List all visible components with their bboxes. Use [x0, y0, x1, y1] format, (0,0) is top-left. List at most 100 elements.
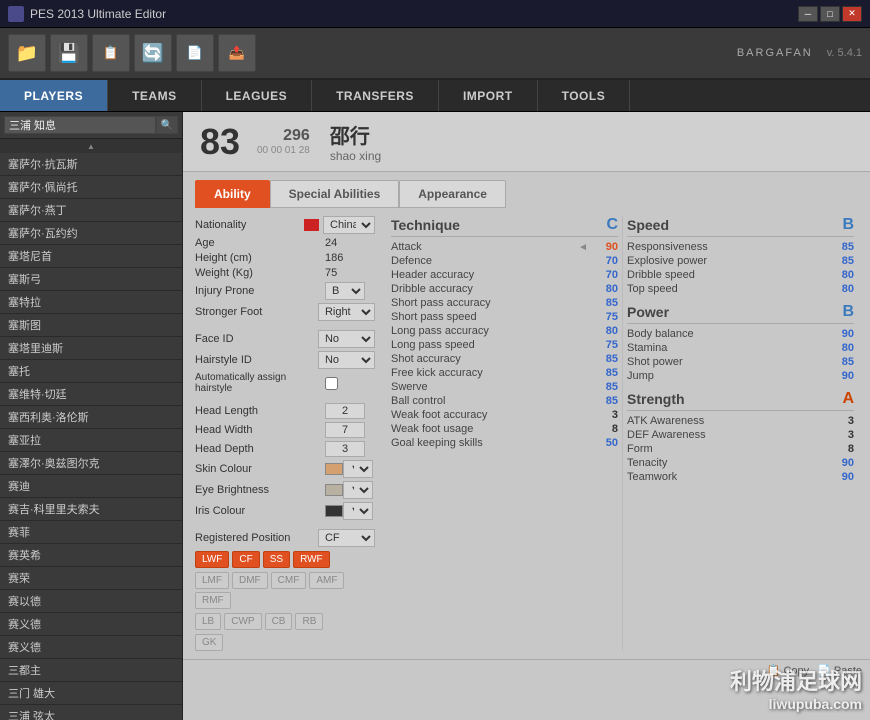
player-list-item[interactable]: 赛吉·科里里夫索夫	[0, 498, 182, 521]
player-list-item[interactable]: 赛迪	[0, 475, 182, 498]
player-list-item[interactable]: 三浦 弦太	[0, 705, 182, 720]
pos-cwp[interactable]: CWP	[224, 613, 261, 630]
head-depth-input[interactable]	[325, 441, 365, 457]
pos-gk[interactable]: GK	[195, 634, 223, 651]
search-input[interactable]	[4, 116, 156, 134]
bottom-bar: 📋 Copy 📄 Paste	[183, 659, 870, 681]
player-list-item[interactable]: 塞维特·切廷	[0, 383, 182, 406]
skin-colour-select[interactable]: ▼	[343, 460, 373, 478]
paste-button[interactable]: 📄 Paste	[817, 664, 862, 677]
player-list-item[interactable]: 塞澤尔·奥兹图尔克	[0, 452, 182, 475]
maximize-button[interactable]: □	[820, 6, 840, 22]
technique-column: Technique C Attack ◄ 90 Defence 70 Heade…	[387, 216, 622, 651]
player-list-item[interactable]: 塞萨尔·瓦约约	[0, 222, 182, 245]
copy-icon: 📋	[767, 664, 781, 677]
attributes-panel: Nationality China Age 24 Height (cm) 186…	[195, 216, 375, 651]
eye-brightness-select[interactable]: ▼	[343, 481, 373, 499]
tab-tools[interactable]: TOOLS	[538, 80, 631, 111]
player-list-item[interactable]: 塞西利奥·洛伦斯	[0, 406, 182, 429]
player-list-item[interactable]: 赛义德	[0, 636, 182, 659]
stat-value: 85	[590, 367, 618, 379]
pos-amf[interactable]: AMF	[309, 572, 344, 589]
tab-transfers[interactable]: TRANSFERS	[312, 80, 439, 111]
pos-rb[interactable]: RB	[295, 613, 323, 630]
pos-lmf[interactable]: LMF	[195, 572, 229, 589]
player-list-item[interactable]: 塞萨尔·抗瓦斯	[0, 153, 182, 176]
toolbar: 📁 💾 📋 🔄 📄 📤 BARGAFAN v. 5.4.1	[0, 28, 870, 80]
new-button[interactable]: 📄	[176, 34, 214, 72]
auto-hairstyle-checkbox[interactable]	[325, 377, 338, 390]
stat-value: 70	[590, 255, 618, 267]
injury-prone-select[interactable]: B	[325, 282, 365, 300]
hairstyle-id-select[interactable]: No	[318, 351, 375, 369]
copy-button[interactable]: 📋 Copy	[767, 664, 809, 677]
player-list-item[interactable]: 赛荣	[0, 567, 182, 590]
tab-players[interactable]: PLAYERS	[0, 80, 108, 111]
technique-title: Technique C	[391, 216, 618, 237]
copy-tool-button[interactable]: 📋	[92, 34, 130, 72]
player-list-item[interactable]: 塞托	[0, 360, 182, 383]
refresh-button[interactable]: 🔄	[134, 34, 172, 72]
stronger-foot-label: Stronger Foot	[195, 306, 318, 318]
player-list-item[interactable]: 塞斯弓	[0, 268, 182, 291]
registered-position-select[interactable]: CF	[318, 529, 375, 547]
auto-hairstyle-row: Automatically assign hairstyle	[195, 372, 375, 394]
skin-colour-swatch[interactable]	[325, 463, 343, 475]
technique-stat-row: Header accuracy 70	[391, 269, 618, 281]
nationality-row: Nationality China	[195, 216, 375, 234]
tab-ability[interactable]: Ability	[195, 180, 270, 208]
technique-stat-row: Defence 70	[391, 255, 618, 267]
tab-teams[interactable]: TEAMS	[108, 80, 202, 111]
height-value: 186	[325, 252, 375, 264]
player-list-item[interactable]: 赛义德	[0, 613, 182, 636]
eye-brightness-swatch[interactable]	[325, 484, 343, 496]
stat-value: 85	[826, 255, 854, 267]
pos-lb[interactable]: LB	[195, 613, 221, 630]
player-list-item[interactable]: 塞塔里迪斯	[0, 337, 182, 360]
player-list-item[interactable]: 塞斯图	[0, 314, 182, 337]
open-button[interactable]: 📁	[8, 34, 46, 72]
nationality-label: Nationality	[195, 219, 304, 231]
pos-rwf[interactable]: RWF	[293, 551, 330, 568]
tab-appearance[interactable]: Appearance	[399, 180, 506, 208]
pos-rmf[interactable]: RMF	[195, 592, 231, 609]
head-length-input[interactable]	[325, 403, 365, 419]
stat-label: Ball control	[391, 395, 590, 407]
player-list-item[interactable]: 三都主	[0, 659, 182, 682]
face-id-select[interactable]: No	[318, 330, 375, 348]
player-list-item[interactable]: 塞萨尔·佩尚托	[0, 176, 182, 199]
stat-value: 80	[590, 283, 618, 295]
minimize-button[interactable]: ─	[798, 6, 818, 22]
save-button[interactable]: 💾	[50, 34, 88, 72]
pos-cf[interactable]: CF	[232, 551, 259, 568]
player-list-item[interactable]: 塞塔尼首	[0, 245, 182, 268]
player-list-item[interactable]: 三门 雄大	[0, 682, 182, 705]
pos-cb[interactable]: CB	[265, 613, 293, 630]
tab-special-abilities[interactable]: Special Abilities	[270, 180, 400, 208]
pos-ss[interactable]: SS	[263, 551, 290, 568]
app-title: PES 2013 Ultimate Editor	[30, 7, 798, 21]
export-button[interactable]: 📤	[218, 34, 256, 72]
close-button[interactable]: ✕	[842, 6, 862, 22]
nationality-select[interactable]: China	[323, 216, 375, 234]
pos-lwf[interactable]: LWF	[195, 551, 229, 568]
iris-colour-select[interactable]: ▼	[343, 502, 373, 520]
player-list-item[interactable]: 塞特拉	[0, 291, 182, 314]
scroll-up-button[interactable]: ▲	[0, 139, 182, 153]
pos-cmf[interactable]: CMF	[271, 572, 307, 589]
pos-dmf[interactable]: DMF	[232, 572, 268, 589]
player-list-item[interactable]: 赛以德	[0, 590, 182, 613]
head-width-input[interactable]	[325, 422, 365, 438]
iris-colour-swatch[interactable]	[325, 505, 343, 517]
stronger-foot-select[interactable]: Right	[318, 303, 375, 321]
stat-label: Attack	[391, 241, 578, 253]
tab-import[interactable]: IMPORT	[439, 80, 538, 111]
player-list-item[interactable]: 塞萨尔·燕丁	[0, 199, 182, 222]
filter-button[interactable]: 🔍	[156, 116, 178, 134]
weight-row: Weight (Kg) 75	[195, 267, 375, 279]
stat-label: Short pass accuracy	[391, 297, 590, 309]
tab-leagues[interactable]: LEAGUES	[202, 80, 313, 111]
player-list-item[interactable]: 赛菲	[0, 521, 182, 544]
player-list-item[interactable]: 赛英希	[0, 544, 182, 567]
player-list-item[interactable]: 塞亚拉	[0, 429, 182, 452]
